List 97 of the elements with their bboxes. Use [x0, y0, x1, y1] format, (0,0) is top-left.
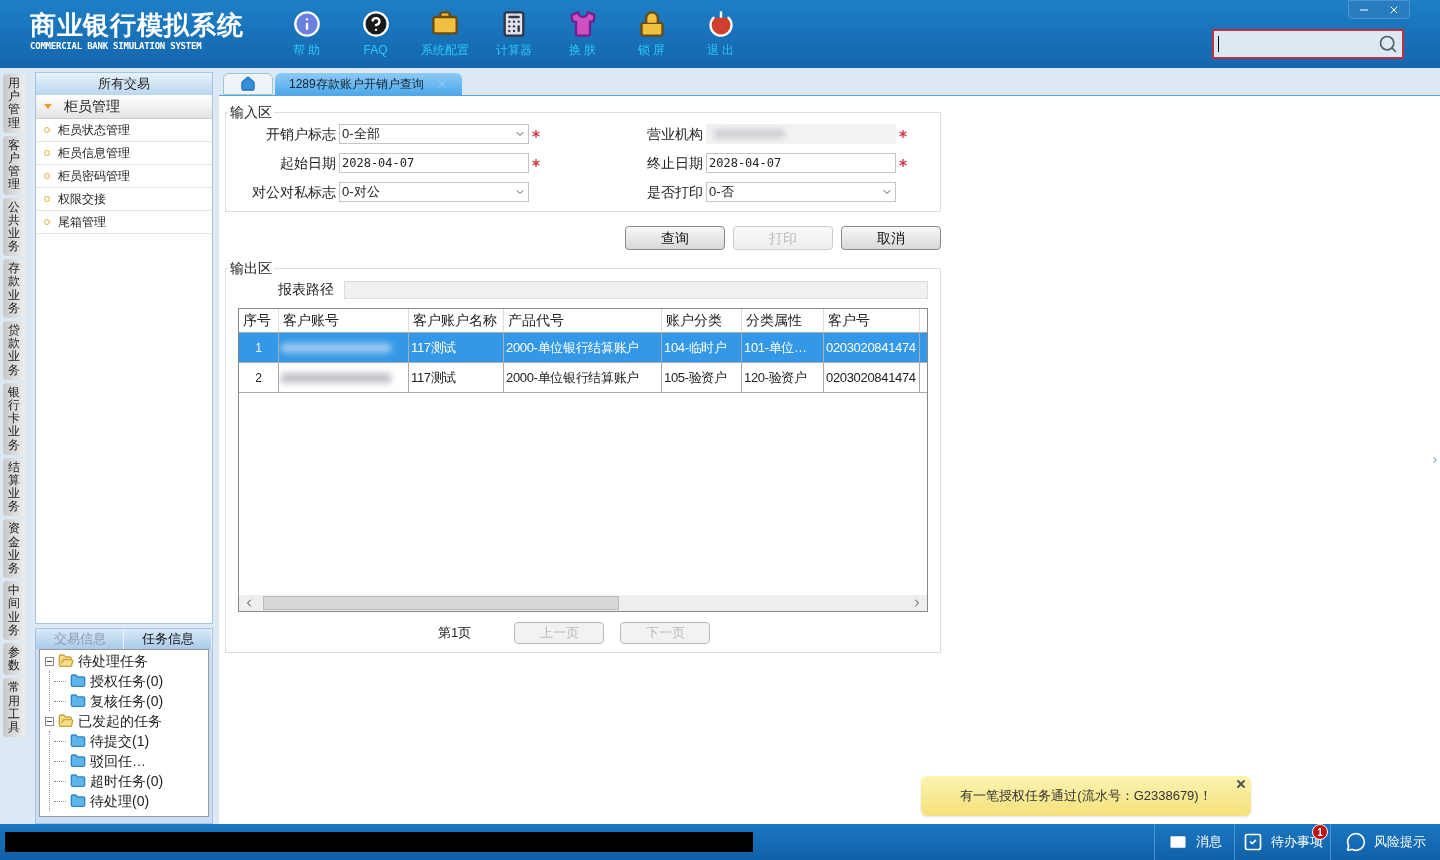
- field-label: 起始日期: [279, 153, 336, 173]
- input-field[interactable]: [344, 280, 928, 299]
- field-label: 报表路径: [277, 280, 334, 299]
- side-tab[interactable]: 中间业务: [3, 581, 25, 640]
- field-label: 是否打印: [646, 182, 703, 202]
- info-icon: [292, 10, 321, 38]
- page-indicator: 第1页: [438, 624, 473, 643]
- table-cell-text: 0203020841474: [826, 338, 916, 357]
- dropdown-field[interactable]: 0-对公: [339, 182, 529, 202]
- collapse-toggle[interactable]: [45, 716, 54, 726]
- menu-item[interactable]: 权限交接: [58, 190, 106, 208]
- side-tab[interactable]: 公共业务: [3, 197, 25, 257]
- search-icon: [1378, 34, 1398, 54]
- field-label: 营业机构: [646, 124, 703, 144]
- field-label: 对公对私标志: [251, 182, 336, 202]
- mail-icon: [1167, 832, 1188, 852]
- input-field[interactable]: 2028-04-07: [706, 153, 896, 173]
- table-cell-text: 1: [255, 339, 262, 357]
- table-cell-text: 104-临时户: [664, 338, 727, 357]
- expand-icon[interactable]: [1430, 454, 1440, 466]
- side-tab[interactable]: 常用工具: [3, 678, 25, 738]
- dropdown-field[interactable]: 0-否: [706, 182, 896, 202]
- table-cell-text: 2000-单位银行结算账户: [506, 338, 640, 357]
- action-button[interactable]: 查询: [625, 226, 725, 250]
- menu-item[interactable]: 柜员密码管理: [58, 167, 130, 185]
- speech-icon: [1345, 832, 1366, 852]
- side-tab[interactable]: 存款业务: [3, 259, 25, 318]
- side-tab[interactable]: 贷款业务: [3, 321, 25, 380]
- input-field[interactable]: [706, 124, 896, 144]
- panel-header: 所有交易: [36, 73, 212, 95]
- shirt-icon: [568, 10, 597, 38]
- notification-text: 有一笔授权任务通过(流水号：G2338679)！: [960, 787, 1212, 806]
- status-button[interactable]: 风险提示: [1330, 824, 1440, 860]
- collapse-toggle[interactable]: [45, 656, 54, 666]
- column-header[interactable]: 账户分类: [666, 310, 722, 331]
- table-cell-text: 0203020841474: [826, 368, 916, 387]
- column-header[interactable]: 序号: [243, 310, 271, 331]
- horizontal-scrollbar[interactable]: [239, 595, 927, 611]
- folder-icon: [70, 693, 86, 709]
- column-header[interactable]: 客户账户名称: [413, 310, 497, 331]
- side-tab[interactable]: 用户管理: [3, 74, 25, 133]
- field-label: 开销户标志: [265, 124, 336, 144]
- folder-icon: [70, 753, 86, 769]
- close-icon[interactable]: [1235, 778, 1247, 790]
- folder-icon: [70, 793, 86, 809]
- toolbox-icon: [430, 10, 459, 38]
- section-title: 输出区: [229, 259, 273, 278]
- home-tab[interactable]: [223, 73, 273, 95]
- table-cell-text: 120-验资户: [744, 368, 807, 387]
- tree-item[interactable]: 超时任务(0): [90, 770, 164, 792]
- home-icon: [240, 76, 256, 92]
- table-cell-text: 2: [255, 369, 262, 387]
- side-tab[interactable]: 银行卡业务: [3, 382, 25, 455]
- table-cell-text: 2000-单位银行结算账户: [506, 368, 640, 387]
- status-button[interactable]: 消息: [1154, 824, 1234, 860]
- menu-item[interactable]: 柜员状态管理: [58, 121, 130, 139]
- table-cell-text: 117测试: [411, 338, 457, 357]
- folder-icon: [70, 733, 86, 749]
- dropdown-field[interactable]: 0-全部: [339, 124, 529, 144]
- table-cell-text: 101-单位…: [744, 338, 807, 357]
- table-row[interactable]: 2 117测试 2000-单位银行结算账户 105-验资户 120-验资户 0203020841474: [239, 363, 927, 393]
- app-subtitle: COMMERCIAL BANK SIMULATION SYSTEM: [30, 40, 203, 53]
- side-tab[interactable]: 结算业务: [3, 457, 25, 517]
- folder-icon: [58, 653, 74, 669]
- column-header[interactable]: 分类属性: [746, 310, 802, 331]
- search-field[interactable]: [1212, 29, 1404, 59]
- column-header[interactable]: 客户号: [828, 310, 870, 331]
- checkbox-icon: [1242, 832, 1263, 852]
- section-title: 输入区: [229, 103, 273, 122]
- side-tab[interactable]: 参数: [3, 642, 25, 676]
- folder-icon: [70, 773, 86, 789]
- tree-item[interactable]: 驳回任…: [90, 750, 146, 772]
- tree-item[interactable]: 待提交(1): [90, 730, 150, 752]
- input-field[interactable]: 2028-04-07: [339, 153, 529, 173]
- column-header[interactable]: 客户账号: [283, 310, 339, 331]
- side-tab[interactable]: 客户管理: [3, 135, 25, 195]
- lock-icon: [637, 10, 666, 38]
- action-button[interactable]: 取消: [841, 226, 941, 250]
- tree-item[interactable]: 已发起的任务: [78, 710, 162, 732]
- page-tab[interactable]: 1289存款账户开销户查询: [275, 73, 462, 95]
- power-icon: [706, 10, 735, 38]
- folder-icon: [58, 713, 74, 729]
- menu-item[interactable]: 柜员信息管理: [58, 144, 130, 162]
- app-title: 商业银行模拟系统: [30, 10, 245, 40]
- tree-item[interactable]: 授权任务(0): [90, 670, 164, 692]
- menu-group[interactable]: 柜员管理: [36, 95, 212, 119]
- side-tab[interactable]: 资金业务: [3, 519, 25, 579]
- field-label: 终止日期: [646, 153, 703, 173]
- column-header[interactable]: 产品代号: [508, 310, 564, 331]
- menu-item[interactable]: 尾箱管理: [58, 213, 106, 231]
- tree-item[interactable]: 待处理任务: [78, 650, 148, 672]
- help-icon: [361, 10, 390, 38]
- table-cell-text: 105-验资户: [664, 368, 727, 387]
- folder-icon: [70, 673, 86, 689]
- tree-item[interactable]: 待处理(0): [90, 790, 150, 812]
- table-cell-text: 117测试: [411, 368, 457, 387]
- tree-item[interactable]: 复核任务(0): [90, 690, 164, 712]
